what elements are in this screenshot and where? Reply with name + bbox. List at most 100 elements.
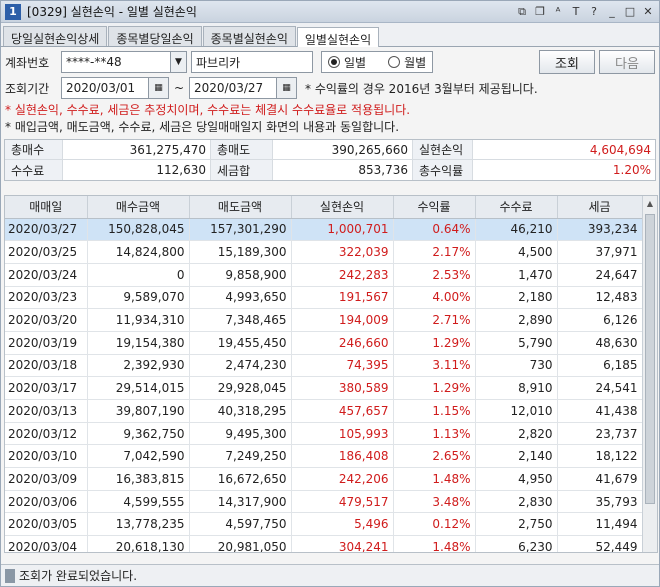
font-icon[interactable]: T [569, 5, 583, 19]
title-bar: 1 [0329] 실현손익 - 일별 실현손익 ⧉ ❐ ᴬ T ? _ □ ✕ [1, 1, 659, 23]
table-cell: 18,122 [557, 444, 643, 469]
next-button[interactable]: 다음 [599, 50, 655, 74]
table-cell: 2,830 [475, 490, 558, 514]
total-sell-label: 총매도 [211, 140, 273, 159]
account-number-field[interactable]: ****-**48 [61, 51, 171, 73]
tax-label: 세금합 [211, 160, 273, 180]
table-cell: 1.48% [393, 535, 476, 552]
radio-monthly[interactable] [388, 56, 401, 68]
col-header[interactable]: 수수료 [475, 196, 558, 219]
total-sell-value: 390,265,660 [273, 140, 413, 159]
table-cell: 1.48% [393, 467, 476, 491]
table-cell: 1,470 [475, 263, 558, 287]
table-row[interactable]: 2020/03/12 9,362,750 9,495,300 105,993 1.13%… [5, 422, 643, 446]
tab-bar: 당일실현손익상세 종목별당일손익 종목별실현손익 일별실현손익 [1, 23, 659, 47]
table-row[interactable]: 2020/03/19 19,154,380 19,455,450 246,660 1.2… [5, 331, 643, 355]
tax-value: 853,736 [273, 160, 413, 180]
copy-icon[interactable]: ❐ [533, 5, 547, 19]
table-row[interactable]: 2020/03/05 13,778,235 4,597,750 5,496 0.12% 2… [5, 512, 643, 537]
table-cell: 5,790 [475, 331, 558, 355]
table-cell: 0.12% [393, 512, 476, 537]
minimize-icon[interactable]: _ [605, 5, 619, 19]
table-cell: 186,408 [291, 444, 394, 469]
table-cell: 6,230 [475, 535, 558, 552]
font-up-icon[interactable]: ᴬ [551, 5, 565, 19]
scroll-thumb[interactable] [645, 214, 655, 504]
table-cell: 13,778,235 [87, 512, 190, 537]
table-row[interactable]: 2020/03/18 2,392,930 2,474,230 74,395 3.11% 7… [5, 354, 643, 378]
date-from-field[interactable]: 2020/03/01 [61, 77, 149, 99]
table-cell: 14,317,900 [189, 490, 292, 514]
tab-daily-realized-pnl[interactable]: 일별실현손익 [296, 27, 380, 47]
table-cell: 2.65% [393, 444, 476, 469]
return-value: 1.20% [612, 163, 651, 177]
account-dropdown-icon[interactable]: ▼ [171, 51, 187, 73]
col-header[interactable]: 매도금액 [189, 196, 292, 219]
tab-daily-realized-detail[interactable]: 당일실현손익상세 [3, 26, 108, 46]
table-cell: 19,154,380 [87, 331, 190, 355]
table-cell: 2,750 [475, 512, 558, 537]
calendar-icon[interactable]: ▦ [277, 77, 297, 99]
date-to-field[interactable]: 2020/03/27 [189, 77, 277, 99]
table-cell: 322,039 [291, 240, 394, 264]
window-title: [0329] 실현손익 - 일별 실현손익 [27, 5, 197, 19]
status-bar: 조회가 완료되었습니다. [1, 564, 659, 586]
table-cell: 2020/03/13 [5, 399, 88, 423]
table-row[interactable]: 2020/03/17 29,514,015 29,928,045 380,589 1.2… [5, 376, 643, 400]
realized-value: 4,604,694 [589, 142, 651, 157]
table-cell: 1,000,701 [291, 218, 394, 242]
table-cell: 479,517 [291, 490, 394, 514]
table-cell: 246,660 [291, 331, 394, 355]
table-row[interactable]: 2020/03/25 14,824,800 15,189,300 322,039 2.1… [5, 240, 643, 264]
table-row[interactable]: 2020/03/09 16,383,815 16,672,650 242,206 1.4… [5, 467, 643, 491]
close-icon[interactable]: ✕ [641, 5, 655, 19]
table-cell: 1.13% [393, 422, 476, 446]
table-row[interactable]: 2020/03/10 7,042,590 7,249,250 186,408 2.65%… [5, 444, 643, 469]
table-cell: 52,449 [557, 535, 643, 552]
table-cell: 37,971 [557, 240, 643, 264]
table-row[interactable]: 2020/03/20 11,934,310 7,348,465 194,009 2.71… [5, 308, 643, 332]
table-cell: 304,241 [291, 535, 394, 552]
col-header[interactable]: 매매일 [5, 196, 88, 219]
table-cell: 12,483 [557, 286, 643, 310]
daily-pnl-table[interactable]: 매매일 매수금액 매도금액 실현손익 수익률 수수료 세금 2020/03/27… [4, 195, 658, 553]
help-icon[interactable]: ? [587, 5, 601, 19]
restore-icon[interactable]: ⧉ [515, 5, 529, 19]
col-header[interactable]: 매수금액 [87, 196, 190, 219]
period-type-radio-group: 일별 월별 [321, 51, 434, 73]
table-cell: 6,126 [557, 308, 643, 332]
table-row[interactable]: 2020/03/04 20,618,130 20,981,050 304,241 1.4… [5, 535, 643, 552]
table-cell: 730 [475, 354, 558, 378]
table-cell: 2,180 [475, 286, 558, 310]
scroll-up-icon[interactable]: ▲ [643, 196, 657, 211]
table-cell: 105,993 [291, 422, 394, 446]
account-label: 계좌번호 [5, 55, 50, 70]
table-row[interactable]: 2020/03/13 39,807,190 40,318,295 457,657 1.1… [5, 399, 643, 423]
col-header[interactable]: 실현손익 [291, 196, 394, 219]
table-cell: 2020/03/20 [5, 308, 88, 332]
table-cell: 39,807,190 [87, 399, 190, 423]
period-note: * 수익률의 경우 2016년 3월부터 제공됩니다. [305, 81, 538, 96]
search-button[interactable]: 조회 [539, 50, 595, 74]
table-cell: 2.17% [393, 240, 476, 264]
maximize-icon[interactable]: □ [623, 5, 637, 19]
table-row[interactable]: 2020/03/06 4,599,555 14,317,900 479,517 3.48… [5, 490, 643, 514]
radio-monthly-label: 월별 [404, 55, 427, 70]
col-header[interactable]: 세금 [557, 196, 643, 219]
vertical-scrollbar[interactable]: ▲ [642, 196, 657, 552]
table-cell: 3.48% [393, 490, 476, 514]
table-cell: 35,793 [557, 490, 643, 514]
table-cell: 23,737 [557, 422, 643, 446]
tab-stock-realized-pnl[interactable]: 종목별실현손익 [202, 26, 296, 46]
table-cell: 41,679 [557, 467, 643, 491]
table-row[interactable]: 2020/03/24 0 9,858,900 242,283 2.53% 1,470 24,… [5, 263, 643, 287]
calendar-icon[interactable]: ▦ [149, 77, 169, 99]
table-row[interactable]: 2020/03/27 150,828,045 157,301,290 1,000,70… [5, 218, 643, 242]
table-row[interactable]: 2020/03/23 9,589,070 4,993,650 191,567 4.00%… [5, 286, 643, 310]
radio-daily[interactable] [328, 56, 340, 68]
table-header-row: 매매일 매수금액 매도금액 실현손익 수익률 수수료 세금 [5, 196, 643, 219]
col-header[interactable]: 수익률 [393, 196, 476, 219]
table-cell: 2020/03/25 [5, 240, 88, 264]
consistency-note: * 매입금액, 매도금액, 수수료, 세금은 당일매매일지 화면의 내용과 동일… [5, 120, 400, 134]
tab-stock-daily-pnl[interactable]: 종목별당일손익 [108, 26, 202, 46]
